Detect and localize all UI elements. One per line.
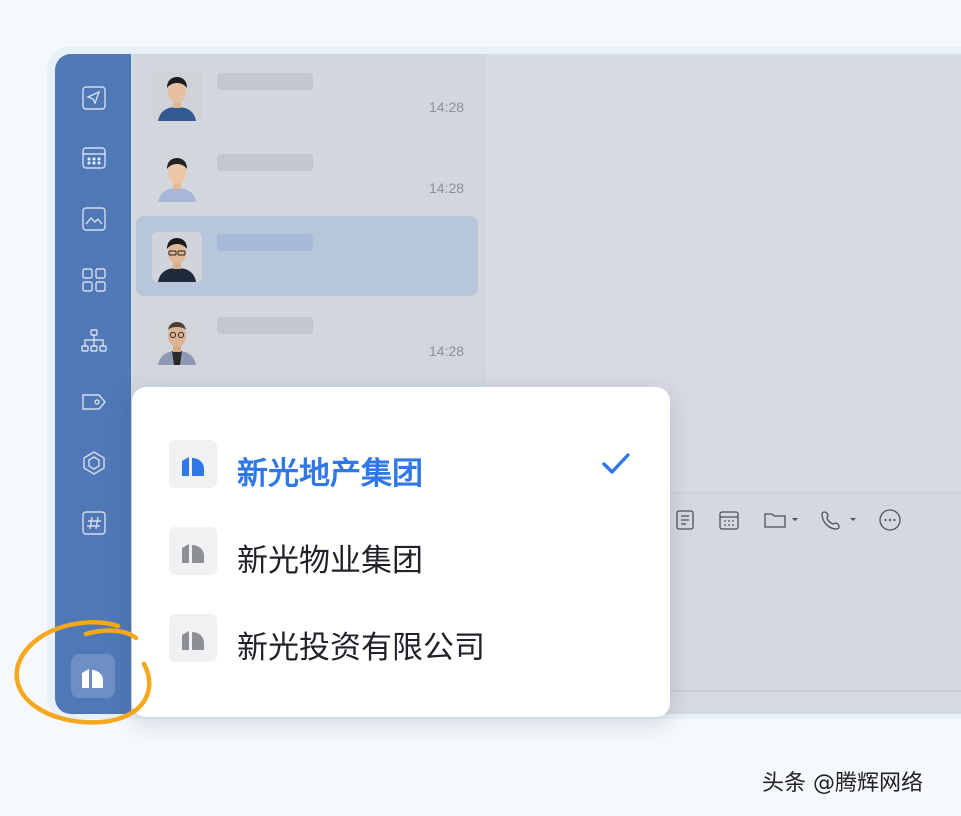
cube-icon[interactable]: [80, 449, 108, 477]
chat-name-placeholder: [217, 73, 313, 90]
nav-location-icon[interactable]: [80, 84, 108, 112]
avatar: [152, 232, 202, 282]
avatar: [152, 315, 202, 365]
chat-time: 14:28: [429, 99, 465, 115]
photo-icon[interactable]: [80, 205, 108, 233]
chat-time: 14:28: [429, 180, 465, 196]
more-icon[interactable]: [878, 509, 902, 531]
org-item[interactable]: 新光投资有限公司: [169, 614, 629, 666]
org-chart-icon[interactable]: [80, 327, 108, 355]
avatar: [152, 152, 202, 202]
chat-item-active[interactable]: [136, 216, 478, 296]
tag-icon[interactable]: [80, 388, 108, 416]
org-item[interactable]: 新光物业集团: [169, 527, 629, 579]
chat-name-placeholder: [217, 317, 313, 334]
folder-icon[interactable]: [763, 509, 801, 531]
apps-grid-icon[interactable]: [80, 266, 108, 294]
calendar-icon[interactable]: [80, 144, 108, 172]
highlight-circle: [14, 620, 152, 725]
document-icon[interactable]: [674, 509, 696, 531]
org-name: 新光地产集团: [237, 456, 423, 492]
chat-item[interactable]: 14:28: [136, 299, 478, 379]
chat-time: 14:28: [429, 343, 465, 359]
phone-icon[interactable]: [820, 509, 860, 531]
org-name: 新光投资有限公司: [237, 630, 485, 666]
check-icon: [599, 450, 633, 478]
chat-item[interactable]: 14:28: [136, 136, 478, 216]
avatar: [152, 71, 202, 121]
org-name: 新光物业集团: [237, 543, 423, 579]
org-switcher-menu: 新光地产集团 新光物业集团 新光投资有限公司: [132, 387, 670, 717]
chat-name-placeholder: [217, 154, 313, 171]
hashtag-icon[interactable]: [80, 509, 108, 537]
chat-name-placeholder: [217, 234, 313, 251]
building-icon: [169, 527, 217, 575]
chat-item[interactable]: 14:28: [136, 55, 478, 135]
org-item-selected[interactable]: 新光地产集团: [169, 440, 630, 492]
watermark: 头条 @腾辉网络: [762, 771, 923, 796]
building-icon: [169, 614, 217, 662]
calendar-icon[interactable]: [718, 509, 740, 531]
building-icon: [169, 440, 217, 488]
